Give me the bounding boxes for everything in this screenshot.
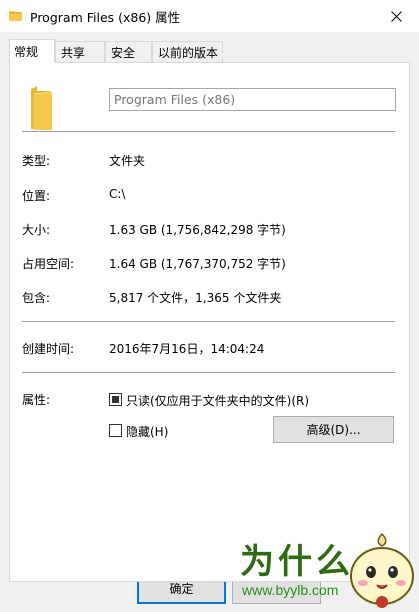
tab-label: 安全: [111, 45, 136, 60]
tab-security[interactable]: 安全: [105, 41, 152, 62]
hidden-checkbox[interactable]: [109, 424, 122, 437]
tab-general[interactable]: 常规: [9, 39, 55, 63]
location-value: C:\: [109, 187, 126, 201]
advanced-button[interactable]: 高级(D)...: [273, 416, 394, 443]
mascot-icon: [350, 532, 414, 608]
size-on-disk-value: 1.64 GB (1,767,370,752 字节): [109, 257, 286, 271]
window-title: Program Files (x86) 属性: [30, 10, 181, 25]
location-label: 位置:: [22, 189, 51, 203]
separator: [22, 321, 395, 322]
type-label: 类型:: [22, 154, 51, 168]
type-value: 文件夹: [109, 154, 146, 168]
tab-sharing[interactable]: 共享: [55, 41, 105, 62]
watermark: 为什么 www.byylb.com: [228, 530, 419, 612]
created-label: 创建时间:: [22, 342, 75, 356]
folder-icon: [31, 86, 53, 130]
title-bar: Program Files (x86) 属性: [0, 0, 419, 32]
size-label: 大小:: [22, 223, 51, 237]
attributes-label: 属性:: [22, 393, 51, 407]
tab-label: 共享: [61, 45, 86, 60]
general-panel: 类型: 文件夹 位置: C:\ 大小: 1.63 GB (1,756,842,2…: [9, 62, 410, 582]
dialog-client: 常规 共享 安全 以前的版本 类型: 文件夹 位置: C:\ 大小: 1.63 …: [0, 32, 419, 612]
separator: [22, 372, 395, 373]
separator: [22, 131, 395, 132]
readonly-checkbox[interactable]: [109, 393, 122, 406]
readonly-checkbox-label[interactable]: 只读(仅应用于文件夹中的文件)(R): [126, 392, 309, 409]
size-value: 1.63 GB (1,756,842,298 字节): [109, 223, 286, 237]
folder-icon: [9, 11, 22, 21]
close-icon: [390, 10, 402, 22]
close-button[interactable]: [373, 0, 419, 32]
tab-previous-versions[interactable]: 以前的版本: [152, 41, 223, 62]
tab-label: 以前的版本: [158, 45, 219, 60]
contains-label: 包含:: [22, 291, 51, 305]
folder-name-input[interactable]: [109, 88, 396, 111]
contains-value: 5,817 个文件，1,365 个文件夹: [109, 291, 282, 305]
created-value: 2016年7月16日，14:04:24: [109, 342, 265, 356]
watermark-text: 为什么: [240, 542, 354, 582]
size-on-disk-label: 占用空间:: [22, 257, 75, 271]
tab-label: 常规: [14, 45, 39, 59]
watermark-url: www.byylb.com: [242, 582, 339, 598]
hidden-checkbox-label[interactable]: 隐藏(H): [126, 423, 168, 440]
